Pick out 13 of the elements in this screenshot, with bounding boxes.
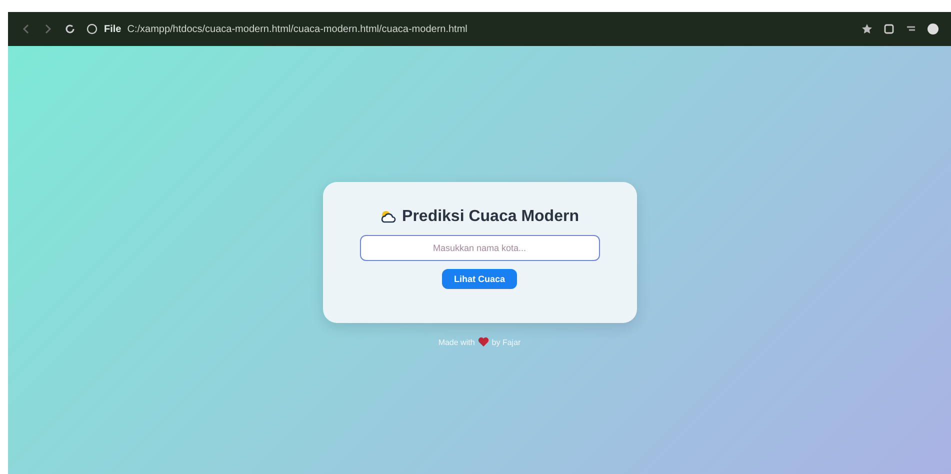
file-label: File xyxy=(104,24,122,34)
extension-icon[interactable] xyxy=(883,23,895,35)
app-title: Prediksi Cuaca Modern xyxy=(402,208,579,226)
profile-icon[interactable] xyxy=(927,23,939,35)
show-weather-button[interactable]: Lihat Cuaca xyxy=(442,269,517,289)
cloud-sun-icon xyxy=(380,209,396,225)
footer-text: Made with xyxy=(438,338,475,346)
address-bar[interactable]: C:/xampp/htdocs/cuaca-modern.html/cuaca-modern.html/cuaca-modern.html xyxy=(127,24,468,34)
reload-icon[interactable] xyxy=(64,23,76,35)
star-icon[interactable] xyxy=(861,23,873,35)
city-input[interactable]: Masukkan nama kota... xyxy=(360,235,600,261)
heart-icon xyxy=(478,337,489,347)
footer-author: by Fajar xyxy=(492,338,521,346)
